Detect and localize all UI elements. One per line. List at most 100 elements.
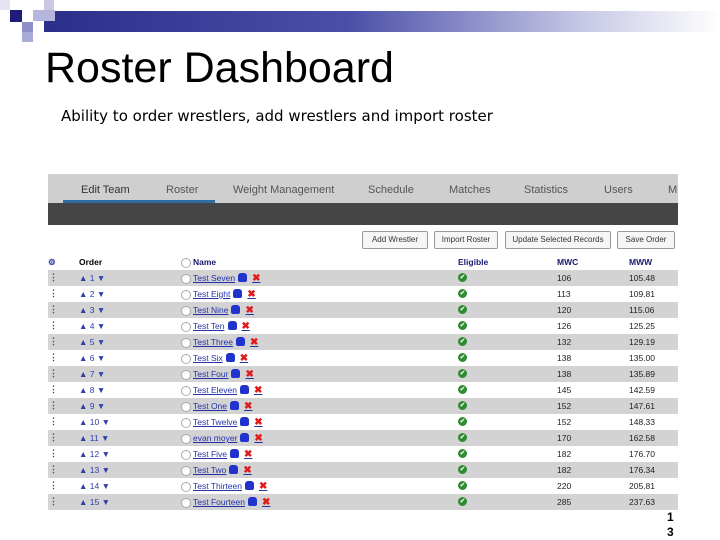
delete-icon[interactable]: ✖ bbox=[254, 433, 262, 444]
weight-icon[interactable] bbox=[240, 417, 250, 426]
wrestler-name-link[interactable]: Test Six bbox=[193, 353, 223, 363]
move-down-icon[interactable]: ▼ bbox=[97, 273, 105, 283]
weight-icon[interactable] bbox=[236, 337, 246, 346]
row-checkbox[interactable] bbox=[181, 418, 191, 428]
wrestler-name-link[interactable]: Test Seven bbox=[193, 273, 235, 283]
drag-handle-icon[interactable]: ⋮ bbox=[49, 400, 58, 411]
delete-icon[interactable]: ✖ bbox=[244, 401, 252, 412]
select-all-checkbox[interactable] bbox=[181, 258, 191, 268]
move-up-icon[interactable]: ▲ bbox=[79, 353, 87, 363]
weight-icon[interactable] bbox=[240, 433, 250, 442]
row-checkbox[interactable] bbox=[181, 290, 191, 300]
move-up-icon[interactable]: ▲ bbox=[79, 497, 87, 507]
delete-icon[interactable]: ✖ bbox=[243, 465, 251, 476]
wrestler-name-link[interactable]: Test Eight bbox=[193, 289, 230, 299]
update-selected-records-button[interactable]: Update Selected Records bbox=[505, 231, 611, 249]
drag-handle-icon[interactable]: ⋮ bbox=[49, 368, 58, 379]
move-down-icon[interactable]: ▼ bbox=[102, 417, 110, 427]
row-checkbox[interactable] bbox=[181, 482, 191, 492]
wrestler-name-link[interactable]: Test Two bbox=[193, 465, 226, 475]
tab-weight-management[interactable]: Weight Management bbox=[233, 184, 334, 196]
move-down-icon[interactable]: ▼ bbox=[102, 449, 110, 459]
drag-handle-icon[interactable]: ⋮ bbox=[49, 480, 58, 491]
weight-icon[interactable] bbox=[230, 401, 240, 410]
row-checkbox[interactable] bbox=[181, 274, 191, 284]
delete-icon[interactable]: ✖ bbox=[245, 305, 253, 316]
delete-icon[interactable]: ✖ bbox=[262, 497, 270, 508]
drag-handle-icon[interactable]: ⋮ bbox=[49, 272, 58, 283]
row-checkbox[interactable] bbox=[181, 466, 191, 476]
row-checkbox[interactable] bbox=[181, 370, 191, 380]
mwc-header[interactable]: MWC bbox=[557, 257, 578, 267]
tab-schedule[interactable]: Schedule bbox=[368, 184, 414, 196]
drag-handle-icon[interactable]: ⋮ bbox=[49, 384, 58, 395]
row-checkbox[interactable] bbox=[181, 450, 191, 460]
move-down-icon[interactable]: ▼ bbox=[97, 401, 105, 411]
move-down-icon[interactable]: ▼ bbox=[97, 337, 105, 347]
move-down-icon[interactable]: ▼ bbox=[97, 305, 105, 315]
weight-icon[interactable] bbox=[233, 289, 243, 298]
weight-icon[interactable] bbox=[238, 273, 248, 282]
delete-icon[interactable]: ✖ bbox=[247, 289, 255, 300]
delete-icon[interactable]: ✖ bbox=[250, 337, 258, 348]
move-up-icon[interactable]: ▲ bbox=[79, 305, 87, 315]
row-checkbox[interactable] bbox=[181, 498, 191, 508]
delete-icon[interactable]: ✖ bbox=[259, 481, 267, 492]
move-down-icon[interactable]: ▼ bbox=[102, 465, 110, 475]
mww-header[interactable]: MWW bbox=[629, 257, 652, 267]
drag-handle-icon[interactable]: ⋮ bbox=[49, 320, 58, 331]
delete-icon[interactable]: ✖ bbox=[254, 385, 262, 396]
move-up-icon[interactable]: ▲ bbox=[79, 337, 87, 347]
delete-icon[interactable]: ✖ bbox=[244, 449, 252, 460]
wrestler-name-link[interactable]: Test Eleven bbox=[193, 385, 237, 395]
move-up-icon[interactable]: ▲ bbox=[79, 481, 87, 491]
wrestler-name-link[interactable]: Test One bbox=[193, 401, 227, 411]
move-down-icon[interactable]: ▼ bbox=[97, 353, 105, 363]
weight-icon[interactable] bbox=[247, 497, 257, 506]
move-up-icon[interactable]: ▲ bbox=[79, 369, 87, 379]
drag-handle-icon[interactable]: ⋮ bbox=[49, 352, 58, 363]
delete-icon[interactable]: ✖ bbox=[252, 273, 260, 284]
row-checkbox[interactable] bbox=[181, 402, 191, 412]
wrestler-name-link[interactable]: Test Ten bbox=[193, 321, 225, 331]
move-up-icon[interactable]: ▲ bbox=[79, 433, 87, 443]
drag-handle-icon[interactable]: ⋮ bbox=[49, 336, 58, 347]
move-down-icon[interactable]: ▼ bbox=[97, 369, 105, 379]
tab-more[interactable]: M bbox=[668, 184, 677, 196]
move-up-icon[interactable]: ▲ bbox=[79, 321, 87, 331]
wrestler-name-link[interactable]: Test Five bbox=[193, 449, 227, 459]
wrestler-name-link[interactable]: evan moyer bbox=[193, 433, 237, 443]
move-down-icon[interactable]: ▼ bbox=[97, 289, 105, 299]
row-checkbox[interactable] bbox=[181, 306, 191, 316]
wrestler-name-link[interactable]: Test Three bbox=[193, 337, 233, 347]
drag-handle-icon[interactable]: ⋮ bbox=[49, 464, 58, 475]
drag-handle-icon[interactable]: ⋮ bbox=[49, 448, 58, 459]
move-up-icon[interactable]: ▲ bbox=[79, 289, 87, 299]
delete-icon[interactable]: ✖ bbox=[240, 353, 248, 364]
move-up-icon[interactable]: ▲ bbox=[79, 449, 87, 459]
row-checkbox[interactable] bbox=[181, 434, 191, 444]
wrestler-name-link[interactable]: Test Thirteen bbox=[193, 481, 242, 491]
weight-icon[interactable] bbox=[231, 369, 241, 378]
weight-icon[interactable] bbox=[229, 465, 239, 474]
tab-edit-team[interactable]: Edit Team bbox=[81, 184, 130, 196]
drag-handle-icon[interactable]: ⋮ bbox=[49, 416, 58, 427]
move-up-icon[interactable]: ▲ bbox=[79, 273, 87, 283]
delete-icon[interactable]: ✖ bbox=[245, 369, 253, 380]
drag-handle-icon[interactable]: ⋮ bbox=[49, 496, 58, 507]
drag-handle-icon[interactable]: ⋮ bbox=[49, 304, 58, 315]
delete-icon[interactable]: ✖ bbox=[242, 321, 250, 332]
move-up-icon[interactable]: ▲ bbox=[79, 417, 87, 427]
wrestler-name-link[interactable]: Test Four bbox=[193, 369, 228, 379]
weight-icon[interactable] bbox=[227, 321, 237, 330]
move-down-icon[interactable]: ▼ bbox=[101, 433, 109, 443]
weight-icon[interactable] bbox=[239, 385, 249, 394]
row-checkbox[interactable] bbox=[181, 386, 191, 396]
weight-icon[interactable] bbox=[231, 305, 241, 314]
wrestler-name-link[interactable]: Test Twelve bbox=[193, 417, 237, 427]
drag-handle-icon[interactable]: ⋮ bbox=[49, 432, 58, 443]
move-up-icon[interactable]: ▲ bbox=[79, 465, 87, 475]
tab-users[interactable]: Users bbox=[604, 184, 633, 196]
move-down-icon[interactable]: ▼ bbox=[97, 321, 105, 331]
delete-icon[interactable]: ✖ bbox=[254, 417, 262, 428]
